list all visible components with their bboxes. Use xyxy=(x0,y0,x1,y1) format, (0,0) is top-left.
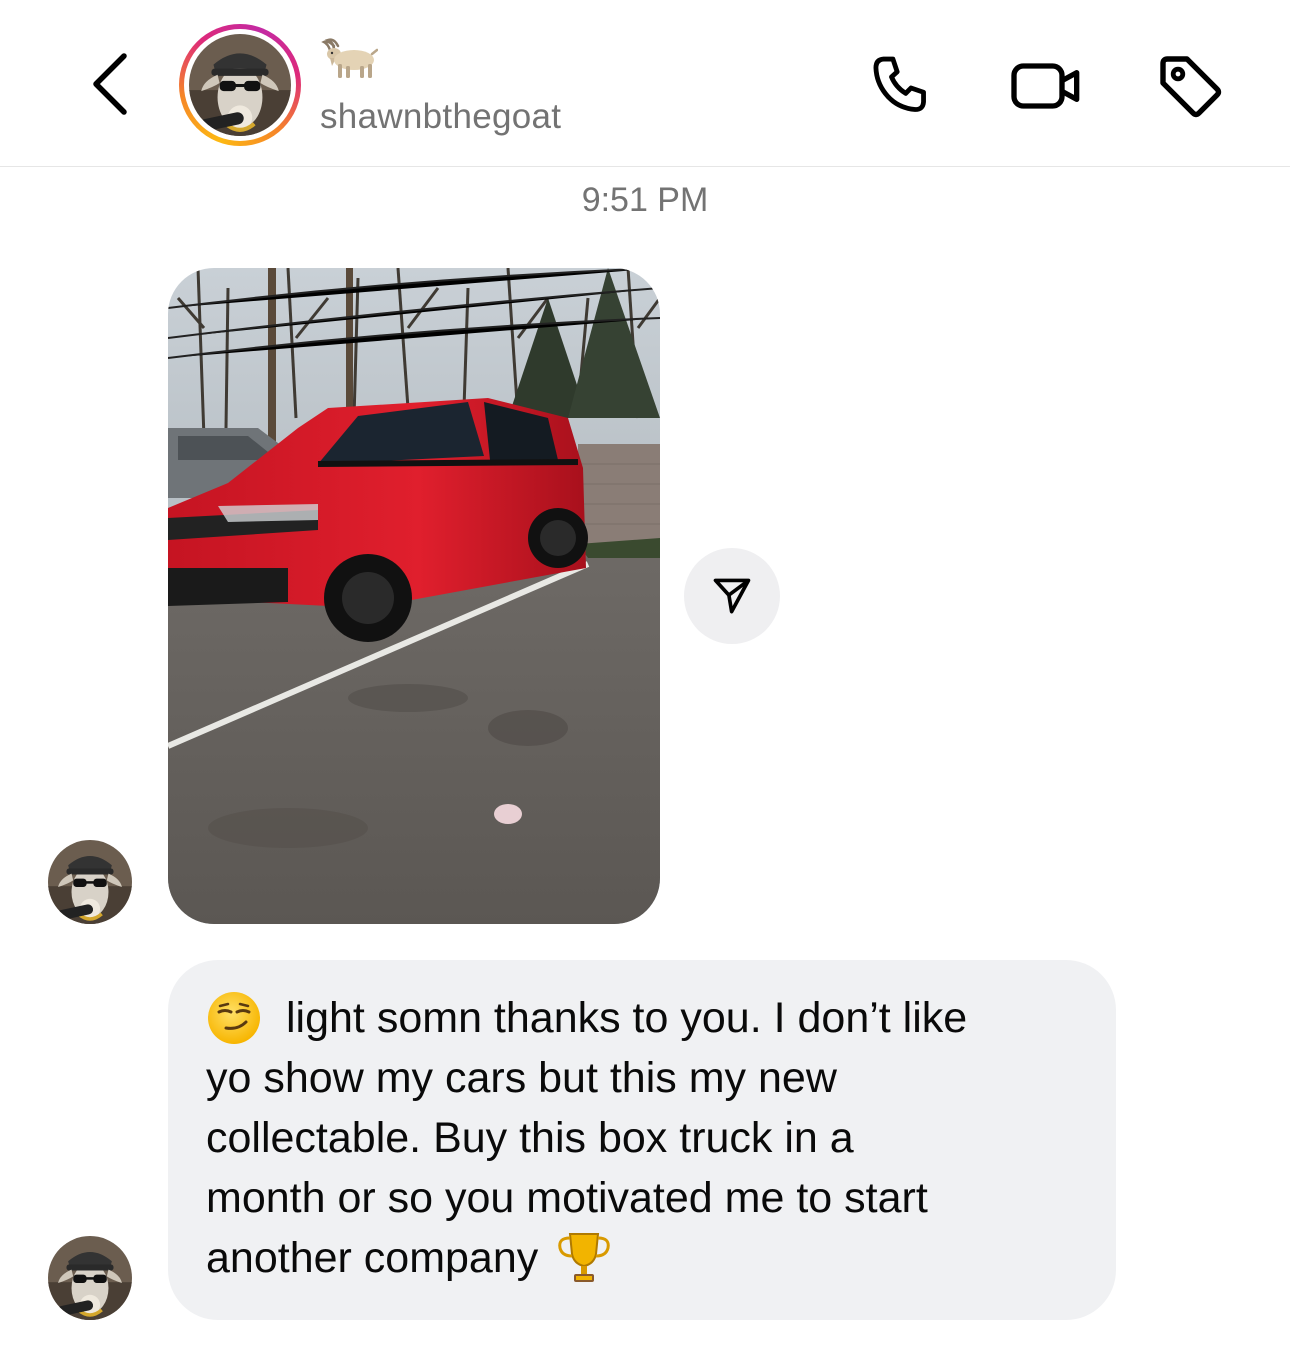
message-text: another company xyxy=(206,1234,539,1282)
message-text: yo show my cars but this my new xyxy=(206,1054,837,1102)
tag-icon xyxy=(1160,56,1222,118)
display-name: 🐐 xyxy=(320,38,561,84)
avatar xyxy=(189,34,291,136)
message-text: collectable. Buy this box truck in a xyxy=(206,1114,854,1162)
back-button[interactable] xyxy=(82,44,138,124)
message-text: light somn thanks to you. I don’t like xyxy=(286,994,968,1042)
video-camera-icon xyxy=(1011,63,1080,109)
message-text: month or so you motivated me to start xyxy=(206,1174,928,1222)
tag-button[interactable] xyxy=(1152,48,1228,124)
message-line: collectable. Buy this box truck in a xyxy=(206,1108,1076,1168)
audio-call-button[interactable] xyxy=(864,48,940,124)
sender-avatar[interactable] xyxy=(48,1236,132,1320)
message-line: another company xyxy=(206,1228,1076,1288)
sender-avatar[interactable] xyxy=(48,840,132,924)
message-line: light somn thanks to you. I don’t like xyxy=(206,988,1076,1048)
profile-avatar-story-ring[interactable] xyxy=(179,24,301,146)
photo-message[interactable] xyxy=(168,268,660,924)
username-label: shawnbthegoat xyxy=(320,97,562,136)
text-message-bubble[interactable]: light somn thanks to you. I don’t like y… xyxy=(168,960,1116,1320)
message-line: month or so you motivated me to start xyxy=(206,1168,1076,1228)
message-line: yo show my cars but this my new xyxy=(206,1048,1076,1108)
chat-header: 🐐 shawnbthegoat xyxy=(0,0,1290,167)
video-call-button[interactable] xyxy=(1008,48,1084,124)
phone-icon xyxy=(873,56,926,112)
conversation-title[interactable]: 🐐 shawnbthegoat xyxy=(320,38,561,138)
send-icon xyxy=(713,578,751,614)
goat-emoji-icon xyxy=(321,38,379,78)
red-suv-photo xyxy=(168,268,660,924)
share-button[interactable] xyxy=(684,548,780,644)
chevron-left-icon xyxy=(93,53,127,115)
smirking-face-emoji-icon xyxy=(208,992,260,1044)
message-timestamp: 9:51 PM xyxy=(581,181,709,219)
trophy-emoji-icon xyxy=(558,1233,611,1282)
